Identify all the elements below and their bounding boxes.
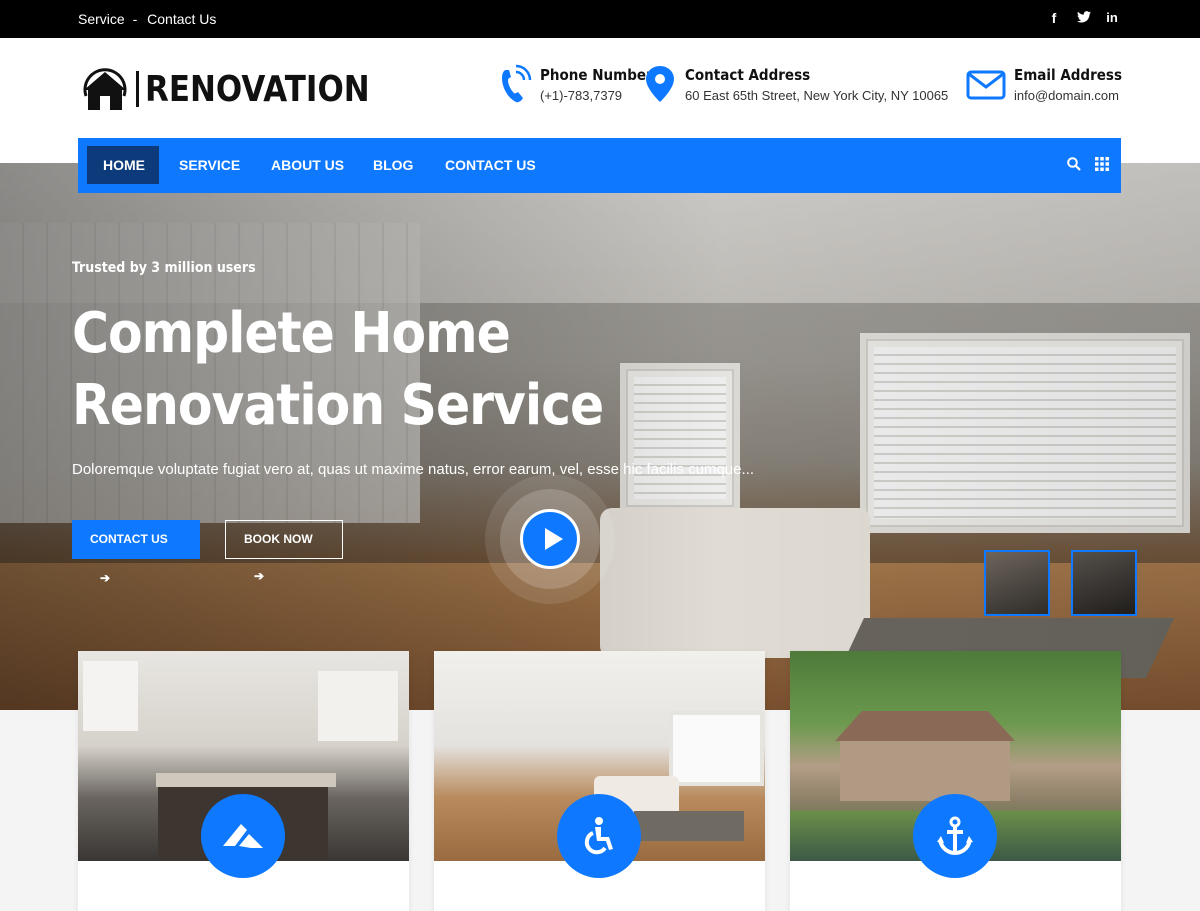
contact-phone: Phone Number (+1)-783,7379 <box>498 64 653 104</box>
play-icon <box>520 509 580 569</box>
location-icon <box>646 66 674 102</box>
slider-thumbnail[interactable] <box>984 550 1050 616</box>
book-now-button-label: BOOK NOW <box>244 532 313 546</box>
top-link-contact[interactable]: Contact Us <box>147 11 216 27</box>
search-icon[interactable] <box>1067 157 1081 171</box>
social-links: f in <box>1048 10 1118 26</box>
contact-us-button[interactable]: CONTACT US ➔ <box>72 520 200 585</box>
nav-item-about-us[interactable]: ABOUT US <box>255 146 360 184</box>
arrow-right-icon: ➔ <box>100 571 111 585</box>
contact-email-value[interactable]: info@domain.com <box>1014 88 1122 103</box>
envelope-icon <box>966 70 1006 100</box>
logo-divider <box>136 71 139 107</box>
nav-tools <box>1067 157 1109 171</box>
anchor-icon <box>913 794 997 878</box>
hero-kicker: Trusted by 3 million users <box>72 260 256 276</box>
hero-title: Complete Home Renovation Service <box>72 301 604 438</box>
hero-description: Doloremque voluptate fugiat vero at, qua… <box>72 461 754 478</box>
accessibility-icon <box>557 794 641 878</box>
service-card[interactable] <box>78 651 409 911</box>
top-links: Service - Contact Us <box>78 11 216 27</box>
grid-menu-icon[interactable] <box>1095 157 1109 171</box>
phone-icon <box>502 64 532 103</box>
service-card[interactable] <box>790 651 1121 911</box>
contact-address-title: Contact Address <box>685 66 811 84</box>
slider-thumbnail[interactable] <box>1071 550 1137 616</box>
hero-section: Trusted by 3 million users Complete Home… <box>0 163 1200 710</box>
nav-item-blog[interactable]: BLOG <box>357 146 429 184</box>
nav-item-service[interactable]: SERVICE <box>163 146 256 184</box>
house-logo-icon <box>83 68 127 110</box>
main-navigation: HOME SERVICE ABOUT US BLOG CONTACT US <box>78 138 1121 193</box>
arrow-right-icon: ➔ <box>254 569 265 583</box>
logo-text: RENOVATION <box>145 68 370 110</box>
contact-address: Contact Address 60 East 65th Street, New… <box>643 64 948 104</box>
contact-us-button-label: CONTACT US <box>90 532 168 546</box>
roof-icon <box>201 794 285 878</box>
video-play-button[interactable] <box>485 474 615 604</box>
contact-phone-title: Phone Number <box>540 66 653 84</box>
nav-item-contact-us[interactable]: CONTACT US <box>429 146 552 184</box>
nav-item-home[interactable]: HOME <box>87 146 159 184</box>
twitter-icon[interactable] <box>1077 10 1091 26</box>
facebook-icon[interactable]: f <box>1048 10 1060 26</box>
top-link-service[interactable]: Service <box>78 11 125 27</box>
top-link-separator: - <box>132 11 138 27</box>
contact-email-title: Email Address <box>1014 66 1122 84</box>
service-card[interactable] <box>434 651 765 911</box>
linkedin-icon[interactable]: in <box>1106 10 1118 26</box>
contact-email: Email Address info@domain.com <box>966 64 1122 104</box>
site-logo[interactable]: RENOVATION <box>78 66 406 112</box>
contact-phone-value: (+1)-783,7379 <box>540 88 623 103</box>
top-bar: Service - Contact Us f in <box>0 0 1200 38</box>
book-now-button[interactable]: BOOK NOW ➔ <box>225 520 343 583</box>
contact-address-value: 60 East 65th Street, New York City, NY 1… <box>685 88 949 103</box>
